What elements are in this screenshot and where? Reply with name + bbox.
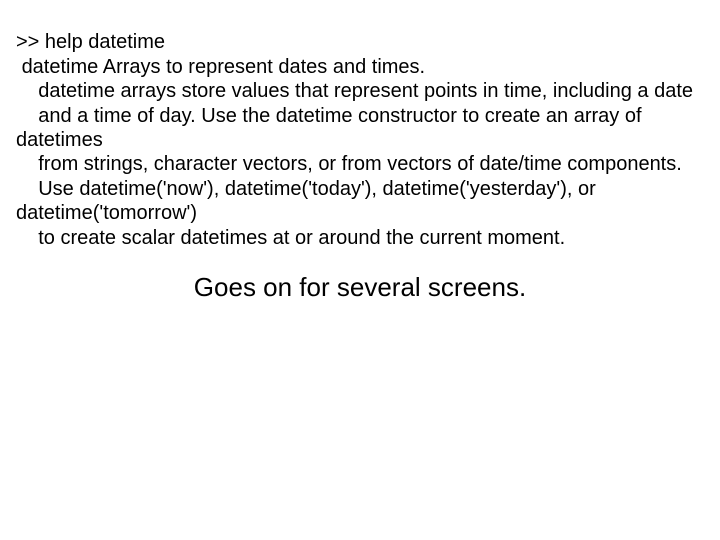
help-line-3: datetime arrays store values that repres… — [16, 80, 693, 102]
help-line-2: datetime Arrays to represent dates and t… — [16, 56, 425, 78]
slide-caption: Goes on for several screens. — [0, 272, 720, 303]
slide-page: >> help datetime datetime Arrays to repr… — [0, 0, 720, 540]
help-line-5: from strings, character vectors, or from… — [16, 153, 682, 175]
help-line-7: to create scalar datetimes at or around … — [16, 227, 565, 249]
help-line-1: >> help datetime — [16, 31, 165, 53]
help-output-block: >> help datetime datetime Arrays to repr… — [0, 6, 720, 250]
help-line-4: and a time of day. Use the datetime cons… — [16, 105, 647, 151]
help-line-6: Use datetime('now'), datetime('today'), … — [16, 178, 601, 224]
